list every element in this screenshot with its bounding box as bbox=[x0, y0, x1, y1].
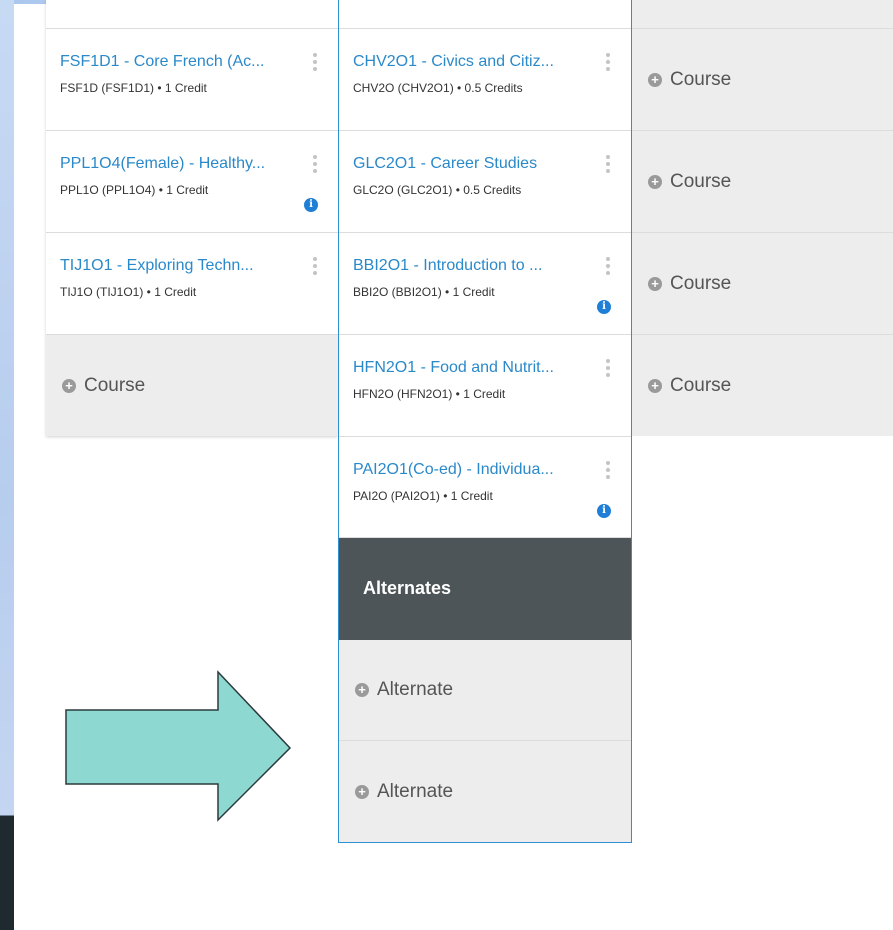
course-title-link[interactable]: GLC2O1 - Career Studies bbox=[353, 155, 593, 173]
course-code: PAI2O (PAI2O1) • 1 Credit bbox=[353, 489, 493, 503]
add-icon: + bbox=[648, 72, 662, 87]
alternates-header: Alternates bbox=[339, 538, 631, 640]
more-options-icon[interactable] bbox=[605, 359, 611, 377]
add-course-row: + Course bbox=[62, 335, 145, 436]
course-cell-top-partial bbox=[46, 0, 338, 29]
right-course-column: + Course + Course + Course + Course bbox=[632, 0, 893, 436]
course-title-link[interactable]: TIJ1O1 - Exploring Techn... bbox=[60, 257, 300, 275]
add-course-slot[interactable]: + Course bbox=[632, 29, 893, 131]
add-course-label: Course bbox=[670, 68, 732, 90]
course-title-link[interactable]: HFN2O1 - Food and Nutrit... bbox=[353, 359, 593, 377]
more-options-icon[interactable] bbox=[605, 461, 611, 479]
add-icon: + bbox=[648, 174, 662, 189]
add-icon: + bbox=[355, 683, 369, 697]
selected-course-column: CHV2O1 - Civics and Citiz... CHV2O (CHV2… bbox=[338, 0, 632, 843]
course-cell-top-partial bbox=[339, 0, 631, 29]
add-course-label: Course bbox=[84, 374, 146, 396]
course-title-link[interactable]: PPL1O4(Female) - Healthy... bbox=[60, 155, 300, 173]
add-alternate-label: Alternate bbox=[377, 679, 454, 700]
window-left-edge bbox=[0, 0, 14, 930]
info-icon[interactable]: i bbox=[597, 300, 611, 314]
course-code: GLC2O (GLC2O1) • 0.5 Credits bbox=[353, 183, 522, 197]
add-course-row: + Course bbox=[648, 29, 731, 130]
course-card[interactable]: CHV2O1 - Civics and Citiz... CHV2O (CHV2… bbox=[339, 29, 631, 131]
add-course-slot[interactable]: + Course bbox=[632, 233, 893, 335]
add-course-slot[interactable]: + Course bbox=[632, 335, 893, 436]
add-alternate-row: + Alternate bbox=[355, 741, 453, 842]
course-card[interactable]: PPL1O4(Female) - Healthy... PPL1O (PPL1O… bbox=[46, 131, 338, 233]
info-icon[interactable]: i bbox=[304, 198, 318, 212]
course-code: HFN2O (HFN2O1) • 1 Credit bbox=[353, 387, 506, 401]
add-alternate-label: Alternate bbox=[377, 780, 454, 802]
add-icon: + bbox=[648, 276, 662, 291]
add-alternate-row: + Alternate bbox=[355, 640, 453, 740]
course-card[interactable]: BBI2O1 - Introduction to ... BBI2O (BBI2… bbox=[339, 233, 631, 335]
add-course-label: Course bbox=[670, 272, 732, 294]
course-card[interactable]: TIJ1O1 - Exploring Techn... TIJ1O (TIJ1O… bbox=[46, 233, 338, 335]
add-course-slot[interactable]: + Course bbox=[46, 335, 338, 436]
more-options-icon[interactable] bbox=[605, 257, 611, 275]
more-options-icon[interactable] bbox=[605, 155, 611, 173]
course-title-link[interactable]: FSF1D1 - Core French (Ac... bbox=[60, 53, 300, 71]
add-icon: + bbox=[62, 378, 76, 393]
add-course-row: + Course bbox=[648, 131, 731, 232]
add-alternate-slot[interactable]: + Alternate bbox=[339, 741, 631, 842]
add-course-label: Course bbox=[670, 374, 732, 396]
left-course-column: FSF1D1 - Core French (Ac... FSF1D (FSF1D… bbox=[46, 0, 338, 436]
course-card[interactable]: PAI2O1(Co-ed) - Individua... PAI2O (PAI2… bbox=[339, 437, 631, 538]
course-title-link[interactable]: CHV2O1 - Civics and Citiz... bbox=[353, 53, 593, 71]
course-code: CHV2O (CHV2O1) • 0.5 Credits bbox=[353, 81, 523, 95]
course-code: PPL1O (PPL1O4) • 1 Credit bbox=[60, 183, 209, 197]
more-options-icon[interactable] bbox=[312, 53, 318, 71]
course-title-link[interactable]: BBI2O1 - Introduction to ... bbox=[353, 257, 593, 275]
add-course-row: + Course bbox=[648, 335, 731, 436]
more-options-icon[interactable] bbox=[605, 53, 611, 71]
add-alternate-slot[interactable]: + Alternate bbox=[339, 640, 631, 741]
more-options-icon[interactable] bbox=[312, 257, 318, 275]
add-course-slot[interactable]: + Course bbox=[632, 131, 893, 233]
more-options-icon[interactable] bbox=[312, 155, 318, 173]
annotation-arrow-icon bbox=[65, 670, 292, 822]
course-code: FSF1D (FSF1D1) • 1 Credit bbox=[60, 81, 207, 95]
add-course-label: Course bbox=[670, 170, 732, 192]
course-cell-top-partial bbox=[632, 0, 893, 29]
course-code: BBI2O (BBI2O1) • 1 Credit bbox=[353, 285, 495, 299]
add-icon: + bbox=[355, 784, 369, 799]
info-icon[interactable]: i bbox=[597, 504, 611, 518]
course-code: TIJ1O (TIJ1O1) • 1 Credit bbox=[60, 285, 197, 299]
add-course-row: + Course bbox=[648, 233, 731, 334]
course-card[interactable]: HFN2O1 - Food and Nutrit... HFN2O (HFN2O… bbox=[339, 335, 631, 437]
course-card[interactable]: FSF1D1 - Core French (Ac... FSF1D (FSF1D… bbox=[46, 29, 338, 131]
course-title-link[interactable]: PAI2O1(Co-ed) - Individua... bbox=[353, 461, 593, 479]
add-icon: + bbox=[648, 378, 662, 393]
course-card[interactable]: GLC2O1 - Career Studies GLC2O (GLC2O1) •… bbox=[339, 131, 631, 233]
